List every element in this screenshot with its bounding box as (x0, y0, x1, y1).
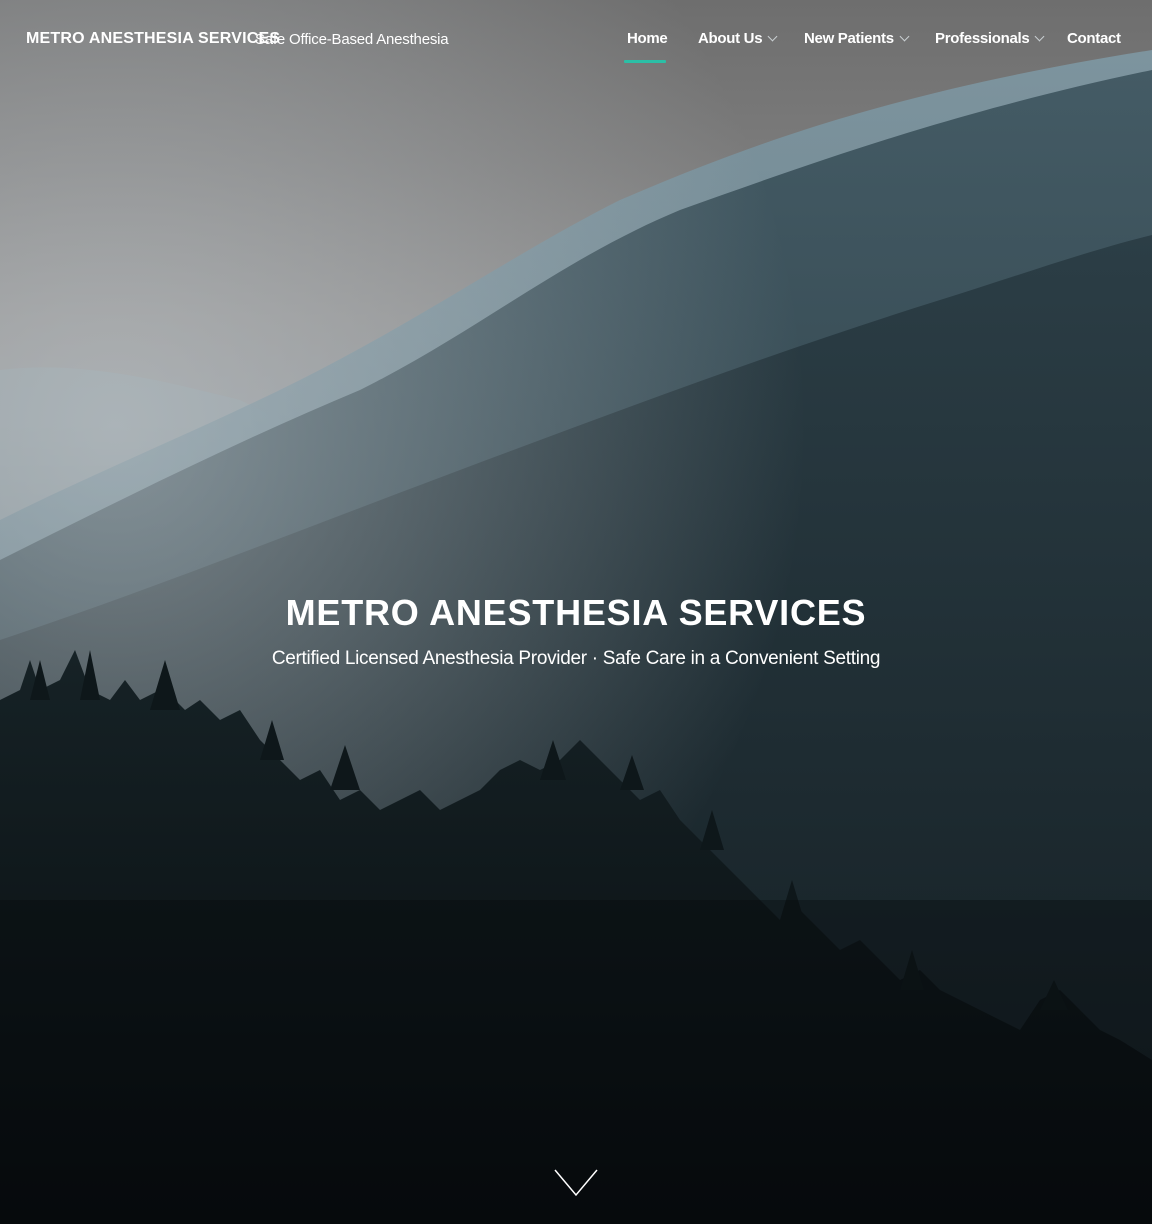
nav-item-label: Professionals (935, 30, 1030, 47)
chevron-down-icon[interactable] (553, 1168, 599, 1198)
nav-item-label: New Patients (804, 30, 894, 47)
nav-item-new-patients[interactable]: New Patients (804, 30, 910, 47)
nav-item-about-us[interactable]: About Us (698, 30, 778, 47)
main-nav: Home About Us New Patients Professionals… (0, 30, 1152, 70)
chevron-down-icon (899, 31, 910, 42)
nav-item-label: About Us (698, 30, 763, 47)
hero-title: METRO ANESTHESIA SERVICES (285, 592, 867, 633)
site-header: METRO ANESTHESIA SERVICES Safe Office-Ba… (0, 0, 1152, 82)
chevron-down-icon (767, 31, 778, 42)
nav-item-label: Contact (1067, 30, 1121, 47)
hero-section: METRO ANESTHESIA SERVICES Safe Office-Ba… (0, 0, 1152, 1224)
active-nav-indicator (624, 60, 666, 63)
nav-item-label: Home (627, 30, 668, 47)
nav-item-contact[interactable]: Contact (1067, 30, 1121, 47)
nav-item-home[interactable]: Home (627, 30, 668, 47)
chevron-down-icon (1035, 31, 1045, 42)
hero-subtitle: Certified Licensed Anesthesia Provider ·… (271, 648, 881, 669)
nav-item-professionals[interactable]: Professionals (935, 30, 1045, 47)
